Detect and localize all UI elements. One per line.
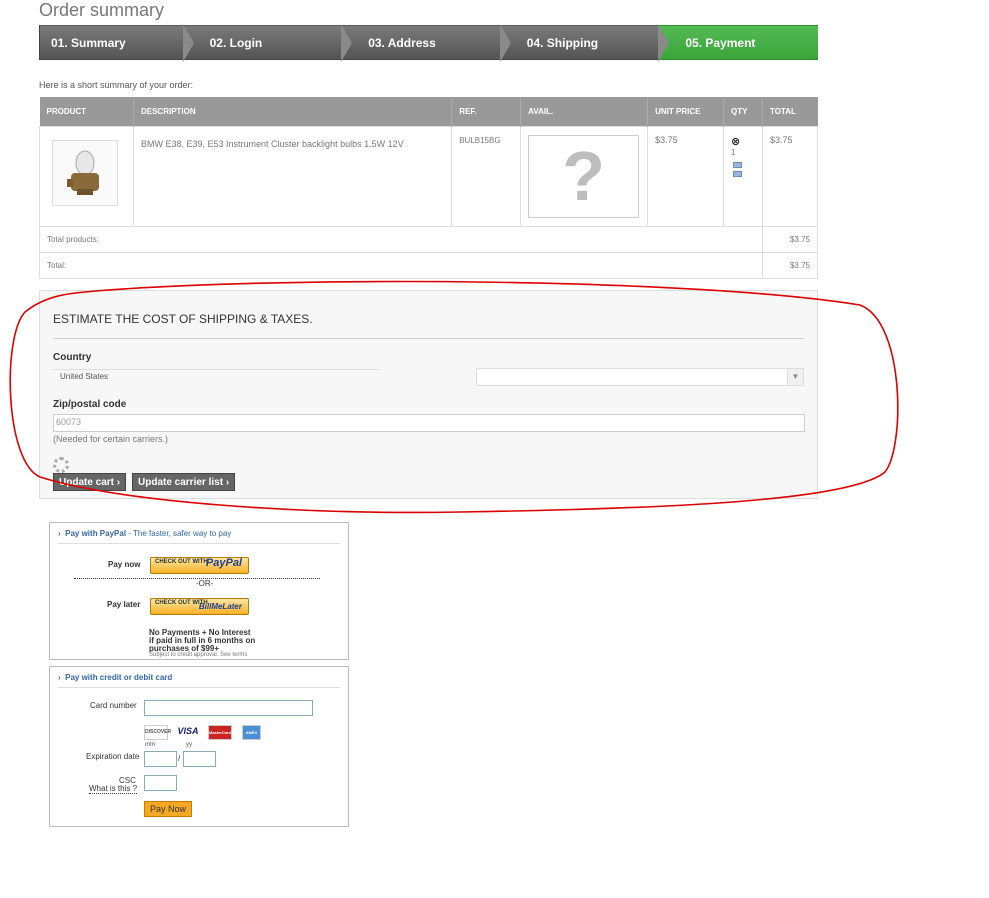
paypal-checkout-button[interactable]: CHECK OUT WITH PayPal [150, 557, 249, 574]
estimate-title: ESTIMATE THE COST OF SHIPPING & TAXES. [53, 312, 313, 326]
card-payment-box: › Pay with credit or debit card [49, 666, 349, 827]
col-total: TOTAL [762, 97, 818, 126]
step-label: 05. Payment [685, 36, 756, 50]
paypal-box: › Pay with PayPal - The faster, safer wa… [49, 522, 349, 660]
visa-logo: VISA [177, 726, 199, 736]
total-value: $3.75 [761, 251, 819, 279]
avail-cell: ? [520, 125, 649, 227]
product-ref: BULB15BG [451, 125, 522, 227]
step-label: 03. Address [368, 36, 436, 50]
divider [58, 687, 340, 688]
card-heading-label: Pay with credit or debit card [65, 673, 173, 682]
availability-unknown-icon: ? [528, 134, 640, 218]
step-arrow-icon [658, 24, 670, 62]
step-shipping[interactable]: 04. Shipping [500, 24, 670, 62]
col-unit-price: UNIT PRICE [647, 97, 725, 126]
page-title: Order summary [39, 0, 165, 20]
cart-header-row: PRODUCT DESCRIPTION REF. AVAIL. UNIT PRI… [39, 97, 818, 126]
col-qty: QTY [723, 97, 763, 126]
billmelater-logo: BillMeLater [198, 602, 242, 611]
zip-note: (Needed for certain carriers.) [53, 434, 169, 444]
mm-label: mm [145, 742, 155, 748]
step-address[interactable]: 03. Address [342, 24, 511, 62]
chevron-right-icon: › [116, 477, 121, 488]
step-arrow-icon [499, 24, 511, 62]
step-payment: 05. Payment [659, 25, 818, 60]
divider [53, 338, 804, 339]
chevron-right-icon: › [225, 477, 230, 488]
amex-logo: AMEX [242, 725, 261, 740]
step-label: 01. Summary [51, 36, 126, 50]
qty-cell: ⊗ 1 [723, 125, 763, 227]
zip-label: Zip/postal code [53, 399, 127, 410]
mastercard-logo: MasterCard [208, 725, 232, 740]
col-description: DESCRIPTION [133, 97, 453, 126]
card-heading[interactable]: › Pay with credit or debit card [58, 673, 172, 682]
total-products-row: Total products: $3.75 [39, 225, 819, 253]
checkout-steps: 01. Summary 02. Login 03. Address 04. Sh… [39, 24, 818, 62]
country-value[interactable]: United States [53, 369, 379, 385]
country-label: Country [53, 352, 92, 363]
total-products-label: Total products: [39, 225, 763, 253]
step-summary[interactable]: 01. Summary [39, 24, 194, 62]
pay-later-label: Pay later [107, 600, 141, 609]
update-carrier-label: Update carrier list [138, 477, 224, 488]
exp-month-input[interactable] [144, 751, 177, 767]
total-products-value: $3.75 [761, 225, 819, 253]
paypal-logo: PayPal [205, 557, 242, 569]
estimate-shipping-box: ESTIMATE THE COST OF SHIPPING & TAXES. C… [39, 290, 818, 499]
checkout-text: CHECK OUT WITH [155, 559, 208, 565]
qty-decrease-icon[interactable] [733, 170, 743, 177]
discover-logo: DISCOVER [144, 725, 171, 740]
paypal-heading-label: Pay with PayPal [65, 529, 127, 538]
pay-now-button[interactable]: Pay Now [144, 801, 192, 817]
step-login[interactable]: 02. Login [183, 24, 353, 62]
zip-input[interactable]: 60073 [53, 414, 805, 432]
card-number-input[interactable] [144, 700, 313, 716]
cart-table: PRODUCT DESCRIPTION REF. AVAIL. UNIT PRI… [39, 97, 819, 279]
csc-input[interactable] [144, 775, 177, 791]
promo-terms[interactable]: Subject to credit approval. See terms [149, 652, 247, 658]
total-label: Total: [39, 251, 763, 279]
step-arrow-icon [341, 24, 353, 62]
total-row: Total: $3.75 [39, 251, 819, 279]
col-avail: AVAIL. [520, 97, 649, 126]
exp-slash: / [178, 754, 181, 763]
product-description: BMW E38, E39, E53 Instrument Cluster bac… [132, 125, 453, 227]
card-number-label: Card number [90, 701, 137, 710]
divider [58, 543, 340, 544]
summary-intro: Here is a short summary of your order: [39, 80, 194, 90]
loading-spinner-icon [53, 457, 69, 473]
unit-price: $3.75 [647, 125, 725, 227]
paypal-tagline: - The faster, safer way to pay [128, 529, 232, 538]
pay-now-label: Pay now [108, 560, 141, 569]
remove-item-icon[interactable]: ⊗ [731, 135, 755, 148]
paypal-heading[interactable]: › Pay with PayPal - The faster, safer wa… [58, 529, 231, 538]
table-row: BMW E38, E39, E53 Instrument Cluster bac… [39, 125, 819, 227]
chevron-right-icon: › [58, 673, 61, 682]
step-label: 02. Login [209, 36, 263, 50]
step-label: 04. Shipping [526, 36, 599, 50]
col-ref: REF. [451, 97, 522, 126]
chevron-right-icon: › [58, 529, 61, 538]
update-cart-button[interactable]: Update cart › [53, 473, 127, 491]
update-cart-label: Update cart [59, 477, 115, 488]
billmelater-button[interactable]: CHECK OUT WITH BillMeLater [150, 598, 249, 615]
what-is-this-link[interactable]: What is this ? [89, 784, 138, 794]
exp-year-input[interactable] [183, 751, 216, 767]
qty-value: 1 [731, 147, 736, 157]
bulb-image-icon [67, 150, 99, 195]
qty-increase-icon[interactable] [733, 161, 743, 168]
expiration-label: Expiration date [86, 752, 140, 761]
col-product: PRODUCT [39, 97, 134, 126]
chevron-down-icon[interactable]: ▼ [787, 369, 803, 385]
update-carrier-button[interactable]: Update carrier list › [132, 473, 236, 491]
line-total: $3.75 [761, 125, 819, 227]
or-label: -OR- [196, 579, 214, 588]
product-thumbnail[interactable] [52, 139, 118, 206]
state-select[interactable]: ▼ [476, 368, 804, 386]
product-cell [39, 125, 134, 227]
step-arrow-icon [182, 24, 194, 62]
yy-label: yy [186, 742, 192, 748]
